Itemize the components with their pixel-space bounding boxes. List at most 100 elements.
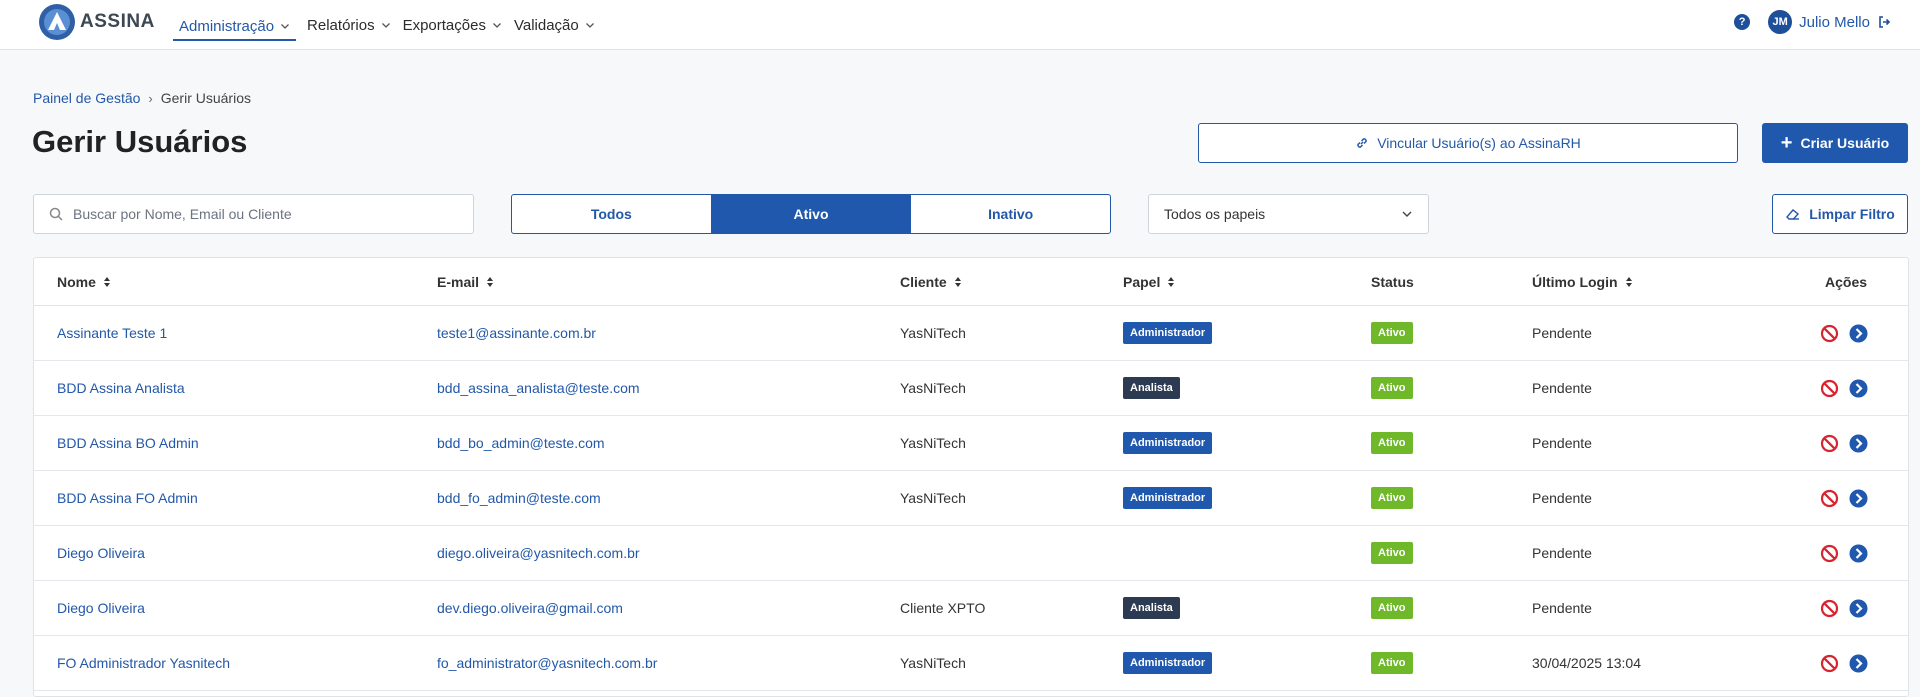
user-email-link[interactable]: bdd_assina_analista@teste.com	[437, 380, 640, 396]
deactivate-icon[interactable]	[1820, 434, 1839, 453]
user-email-link[interactable]: bdd_fo_admin@teste.com	[437, 490, 601, 506]
status-badge: Ativo	[1371, 597, 1413, 619]
nav-relatorios[interactable]: Relatórios	[306, 11, 392, 39]
user-name-link[interactable]: Assinante Teste 1	[57, 325, 167, 341]
role-badge: Administrador	[1123, 487, 1213, 509]
segment-todos[interactable]: Todos	[512, 195, 712, 233]
nav-validacao[interactable]: Validação	[513, 11, 596, 39]
sort-icon	[954, 277, 961, 287]
chevron-right-circle-icon[interactable]	[1849, 654, 1868, 673]
table-cell: YasNiTech	[900, 636, 966, 690]
table-cell: Ativo	[1371, 471, 1413, 525]
search-input[interactable]	[73, 206, 453, 222]
chevron-down-icon	[1402, 211, 1412, 217]
chevron-down-icon	[281, 24, 290, 29]
header-client[interactable]: Cliente	[900, 258, 962, 306]
table-row: BDD Assina BO Admin bdd_bo_admin@teste.co…	[34, 416, 1908, 471]
table-cell: YasNiTech	[900, 361, 966, 415]
nav-exportacoes[interactable]: Exportações	[402, 11, 503, 39]
nav-label: Exportações	[402, 16, 486, 34]
chevron-right-circle-icon[interactable]	[1849, 434, 1868, 453]
table-cell: Administrador	[1123, 306, 1213, 360]
table-cell: Ativo	[1371, 636, 1413, 690]
last-login: Pendente	[1532, 600, 1592, 616]
deactivate-icon[interactable]	[1820, 489, 1839, 508]
nav-label: Administração	[179, 17, 275, 35]
user-email-link[interactable]: dev.diego.oliveira@gmail.com	[437, 600, 623, 616]
role-select[interactable]: Todos os papeis	[1148, 194, 1429, 234]
logo-icon	[39, 4, 75, 40]
table-row: Diego Oliveira diego.oliveira@yasnitech.c…	[34, 526, 1908, 581]
clear-filter-label: Limpar Filtro	[1809, 206, 1895, 222]
nav-administracao[interactable]: Administração	[173, 13, 297, 41]
table-cell: Administrador	[1123, 636, 1213, 690]
table-cell: BDD Assina Analista	[57, 361, 185, 415]
table-cell: Pendente	[1532, 526, 1592, 580]
table-header: Nome E-mail Cliente Papel Status Último …	[34, 258, 1908, 306]
nav-label: Validação	[513, 16, 579, 34]
link-users-button[interactable]: Vincular Usuário(s) ao AssinaRH	[1198, 123, 1738, 163]
user-email-link[interactable]: teste1@assinante.com.br	[437, 325, 596, 341]
deactivate-icon[interactable]	[1820, 379, 1839, 398]
header-last-login[interactable]: Último Login	[1532, 258, 1633, 306]
user-name-link[interactable]: BDD Assina BO Admin	[57, 435, 199, 451]
status-badge: Ativo	[1371, 432, 1413, 454]
user-name[interactable]: Julio Mello	[1799, 14, 1870, 31]
user-email-link[interactable]: fo_administrator@yasnitech.com.br	[437, 655, 657, 671]
user-client: YasNiTech	[900, 490, 966, 506]
deactivate-icon[interactable]	[1820, 544, 1839, 563]
deactivate-icon[interactable]	[1820, 599, 1839, 618]
table-row: Diego Oliveira dev.diego.oliveira@gmail.c…	[34, 581, 1908, 636]
eraser-icon	[1786, 209, 1800, 220]
create-user-label: Criar Usuário	[1800, 135, 1890, 151]
status-badge: Ativo	[1371, 487, 1413, 509]
chevron-right-circle-icon[interactable]	[1849, 324, 1868, 343]
row-actions	[1820, 581, 1878, 635]
table-cell: Analista	[1123, 361, 1180, 415]
chevron-right-circle-icon[interactable]	[1849, 379, 1868, 398]
deactivate-icon[interactable]	[1820, 654, 1839, 673]
last-login: Pendente	[1532, 380, 1592, 396]
avatar[interactable]: JM	[1768, 10, 1793, 34]
row-actions	[1820, 471, 1878, 525]
deactivate-icon[interactable]	[1820, 324, 1839, 343]
create-user-button[interactable]: + Criar Usuário	[1762, 123, 1908, 163]
breadcrumb-link-painel[interactable]: Painel de Gestão	[33, 90, 140, 106]
row-actions	[1820, 416, 1878, 470]
header-name[interactable]: Nome	[57, 258, 111, 306]
user-name-link[interactable]: Diego Oliveira	[57, 600, 145, 616]
role-select-value: Todos os papeis	[1164, 206, 1266, 222]
logout-icon[interactable]	[1878, 15, 1892, 29]
user-client: YasNiTech	[900, 435, 966, 451]
chevron-right-circle-icon[interactable]	[1849, 544, 1868, 563]
table-cell: Pendente	[1532, 471, 1592, 525]
header-email[interactable]: E-mail	[437, 258, 494, 306]
help-icon[interactable]: ?	[1734, 14, 1751, 30]
last-login: 30/04/2025 13:04	[1532, 655, 1641, 671]
header-role[interactable]: Papel	[1123, 258, 1175, 306]
header-label: Último Login	[1532, 274, 1618, 290]
chevron-right-circle-icon[interactable]	[1849, 599, 1868, 618]
segment-ativo[interactable]: Ativo	[711, 195, 912, 233]
table-cell: Administrador	[1123, 416, 1213, 470]
user-name-link[interactable]: Diego Oliveira	[57, 545, 145, 561]
user-name-link[interactable]: BDD Assina FO Admin	[57, 490, 198, 506]
clear-filter-button[interactable]: Limpar Filtro	[1772, 194, 1908, 234]
chevron-right-circle-icon[interactable]	[1849, 489, 1868, 508]
segment-inativo[interactable]: Inativo	[911, 195, 1110, 233]
role-badge: Analista	[1123, 377, 1180, 399]
last-login: Pendente	[1532, 545, 1592, 561]
breadcrumb-current: Gerir Usuários	[160, 90, 251, 106]
status-badge: Ativo	[1371, 542, 1413, 564]
user-email-link[interactable]: diego.oliveira@yasnitech.com.br	[437, 545, 640, 561]
table-cell: BDD Assina FO Admin	[57, 471, 198, 525]
user-name-link[interactable]: FO Administrador Yasnitech	[57, 655, 230, 671]
search-box	[33, 194, 474, 234]
user-name-link[interactable]: BDD Assina Analista	[57, 380, 185, 396]
app-logo[interactable]: ASSINA	[39, 4, 155, 40]
user-client: Cliente XPTO	[900, 600, 986, 616]
table-cell: Pendente	[1532, 416, 1592, 470]
user-email-link[interactable]: bdd_bo_admin@teste.com	[437, 435, 605, 451]
table-cell: FO Administrador Yasnitech	[57, 636, 230, 690]
sort-icon	[487, 277, 494, 287]
